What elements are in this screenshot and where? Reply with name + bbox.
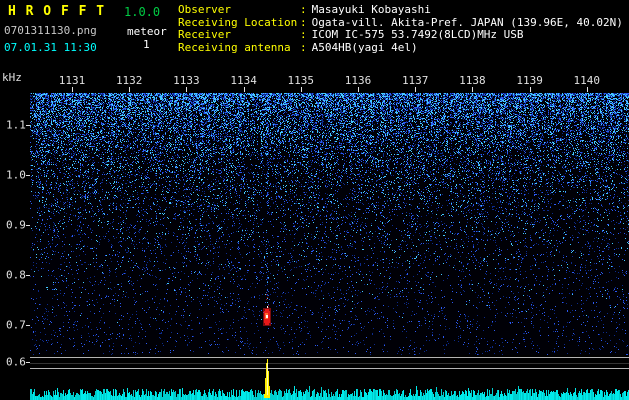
time-label: 1131 (58, 74, 86, 87)
freq-label: 0.6 (6, 355, 26, 369)
spectrogram-canvas (30, 93, 629, 355)
time-label: 1135 (287, 74, 315, 87)
spectrogram-plot: kHz 1131 1132 1133 1134 1135 1136 1137 1138 1139… (0, 0, 629, 400)
time-tick (300, 87, 302, 92)
signal-level-canvas (30, 355, 629, 400)
time-tick (415, 87, 417, 92)
time-label: 1140 (573, 74, 601, 87)
freq-label: 1.1 (6, 118, 26, 132)
freq-label: 0.8 (6, 268, 26, 282)
time-tick (186, 87, 188, 92)
time-tick (586, 87, 588, 92)
hrofft-window: H R O F F T 1.0.0 0701311130.png meteor … (0, 0, 629, 400)
time-tick (243, 87, 245, 92)
freq-label: 0.7 (6, 318, 26, 332)
time-label: 1137 (401, 74, 429, 87)
freq-unit-label: kHz (2, 71, 22, 84)
freq-label: 1.0 (6, 168, 26, 182)
time-tick (72, 87, 73, 92)
time-tick (358, 87, 359, 92)
freq-label: 0.9 (6, 218, 26, 232)
time-label: 1132 (115, 74, 143, 87)
time-label: 1133 (173, 74, 200, 87)
time-tick (472, 87, 474, 92)
time-label: 1134 (230, 74, 257, 87)
time-tick (129, 87, 131, 92)
time-label: 1138 (459, 74, 486, 87)
time-label: 1139 (516, 74, 543, 87)
time-label: 1136 (344, 74, 372, 87)
time-tick (529, 87, 531, 92)
